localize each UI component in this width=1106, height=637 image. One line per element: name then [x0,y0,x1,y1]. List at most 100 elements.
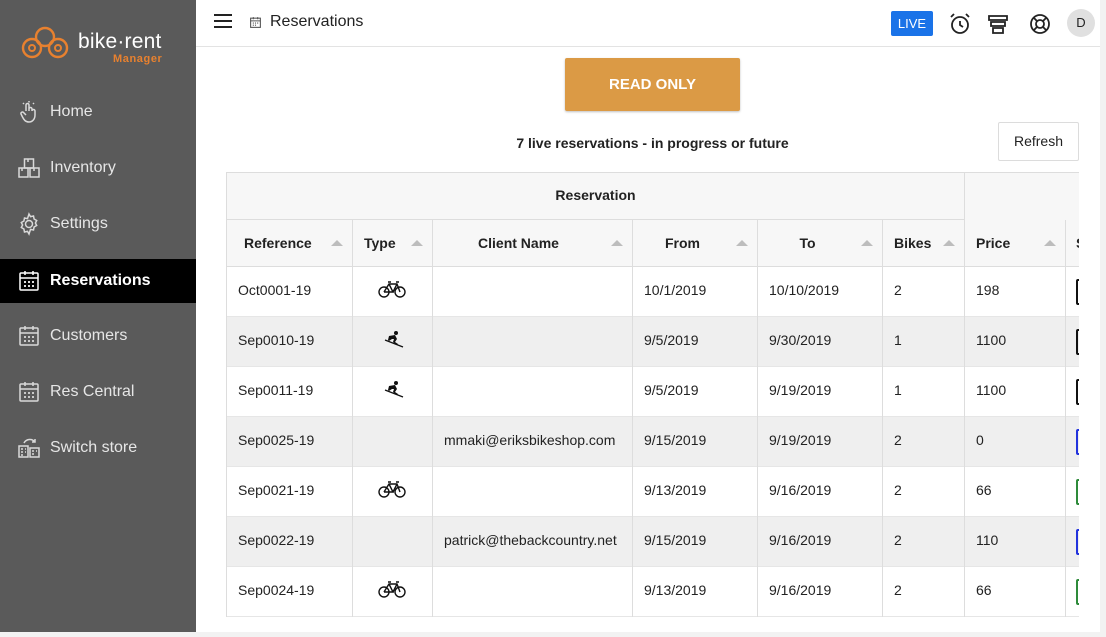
cell-from: 10/1/2019 [633,267,758,317]
bicycle-icon [378,580,406,601]
bike-rent-logo-icon [21,26,69,59]
avatar[interactable]: D [1067,9,1095,37]
refresh-button[interactable]: Refresh [998,122,1079,161]
menu-icon[interactable] [214,14,232,28]
cell-price: 66 [965,467,1066,517]
sidebar-item-res-central[interactable]: Res Central [0,370,196,414]
skier-icon [383,330,405,351]
sidebar-item-label: Home [50,103,93,120]
sidebar-item-label: Inventory [50,159,116,176]
cell-bikes: 2 [883,517,965,567]
column-header-price[interactable]: Price [965,220,1066,267]
column-header-label: Client Name [478,235,559,251]
column-header-client-name[interactable]: Client Name [433,220,633,267]
cell-type [353,267,433,317]
live-badge[interactable]: LIVE [891,11,933,36]
column-header-label: Price [976,235,1011,251]
cell-type [353,567,433,617]
sidebar-item-inventory[interactable]: Inventory [0,146,196,190]
cell-to: 9/16/2019 [758,567,883,617]
cell-from: 9/15/2019 [633,517,758,567]
calendar-icon [16,379,42,405]
cell-client-name [433,267,633,317]
cell-client-name: patrick@thebackcountry.net [433,517,633,567]
sidebar-item-label: Res Central [50,383,135,400]
calendar-icon [249,16,262,34]
sidebar-item-reservations[interactable]: Reservations [0,259,196,303]
column-header-label: To [799,235,816,251]
cell-to: 10/10/2019 [758,267,883,317]
sidebar-item-home[interactable]: Home [0,90,196,134]
cell-client-name [433,467,633,517]
page-edge-right [1100,0,1106,637]
cell-reference: Sep0022-19 [227,517,353,567]
column-header-reference[interactable]: Reference [227,220,353,267]
status-indicator [1076,579,1079,605]
page-title: Reservations [270,13,364,30]
status-indicator [1076,279,1079,305]
cell-reference: Sep0011-19 [227,367,353,417]
cell-from: 9/5/2019 [633,317,758,367]
sidebar-item-label: Settings [50,215,108,232]
table-row[interactable]: Sep0021-19 9/13/2019 9/16/2019 2 66 [227,467,1079,517]
sidebar-item-switch-store[interactable]: Switch store [0,426,196,470]
sidebar-item-label: Reservations [50,272,151,289]
column-header-status[interactable]: S [1066,220,1079,267]
reservations-table: Reservation Reference Type Client Name F… [226,172,1079,617]
table-row[interactable]: Sep0025-19 mmaki@eriksbikeshop.com 9/15/20… [227,417,1079,467]
logo-subtitle: Manager [113,53,163,65]
cell-reference: Sep0025-19 [227,417,353,467]
table-row[interactable]: Sep0010-19 9/5/2019 9/30/2019 1 1100 [227,317,1079,367]
table-row[interactable]: Oct0001-19 10/1/2019 10/10/2019 2 198 [227,267,1079,317]
sidebar-item-label: Customers [50,327,128,344]
cell-price: 0 [965,417,1066,467]
sidebar-item-settings[interactable]: Settings [0,202,196,246]
column-header-label: Bikes [894,235,932,251]
reservation-count-text: 7 live reservations - in progress or fut… [516,135,789,151]
cell-reference: Oct0001-19 [227,267,353,317]
column-header-label: From [665,235,700,251]
column-header-from[interactable]: From [633,220,758,267]
cell-bikes: 2 [883,467,965,517]
sidebar-item-customers[interactable]: Customers [0,314,196,358]
column-header-label: S [1076,235,1079,251]
page-edge-bottom [0,632,1106,637]
cell-to: 9/16/2019 [758,467,883,517]
cell-from: 9/5/2019 [633,367,758,417]
column-header-type[interactable]: Type [353,220,433,267]
cell-price: 66 [965,567,1066,617]
cell-price: 1100 [965,317,1066,367]
alarm-clock-icon[interactable] [948,12,972,36]
cell-reference: Sep0021-19 [227,467,353,517]
column-header-bikes[interactable]: Bikes [883,220,965,267]
logo-text: bike·rent [78,30,162,53]
read-only-button[interactable]: READ ONLY [565,58,740,111]
group-header-reservation: Reservation [227,173,965,220]
sort-arrow-icon [861,240,873,246]
sort-arrow-icon [411,240,423,246]
sort-arrow-icon [943,240,955,246]
stack-icon[interactable] [986,12,1010,36]
column-header-label: Reference [244,235,312,251]
sort-arrow-icon [1044,240,1056,246]
gear-icon [16,211,42,237]
cell-to: 9/19/2019 [758,367,883,417]
switch-store-icon [16,435,42,461]
bicycle-icon [378,280,406,301]
hand-pointer-icon [16,99,42,125]
lifebuoy-icon[interactable] [1028,12,1052,36]
cell-client-name [433,567,633,617]
cell-to: 9/30/2019 [758,317,883,367]
status-indicator [1076,379,1079,405]
table-row[interactable]: Sep0024-19 9/13/2019 9/16/2019 2 66 [227,567,1079,617]
cell-to: 9/19/2019 [758,417,883,467]
sidebar-item-label: Switch store [50,439,138,456]
status-indicator [1076,479,1079,505]
table-row[interactable]: Sep0022-19 patrick@thebackcountry.net 9/15… [227,517,1079,567]
column-header-to[interactable]: To [758,220,883,267]
table-row[interactable]: Sep0011-19 9/5/2019 9/19/2019 1 1100 [227,367,1079,417]
cell-price: 198 [965,267,1066,317]
app-logo[interactable]: bike·rent Manager [20,26,180,68]
calendar-icon [16,323,42,349]
cell-bikes: 2 [883,267,965,317]
